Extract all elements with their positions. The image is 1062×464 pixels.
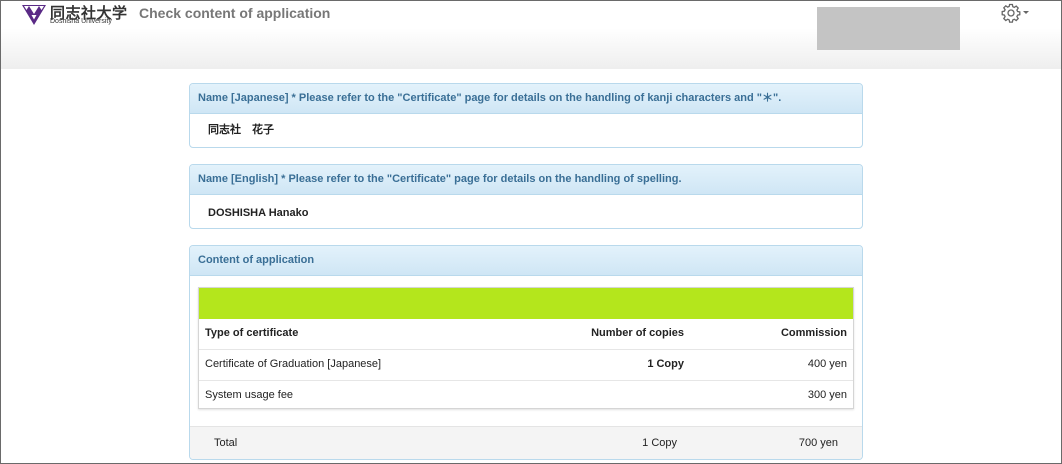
page-title: Check content of application <box>139 5 331 21</box>
row-certificate-type: System usage fee <box>205 389 294 401</box>
total-commission: 700 yen <box>798 437 838 449</box>
logo-english-text: Doshisha University <box>50 18 112 25</box>
panel-name-japanese-heading: Name [Japanese] * Please refer to the "C… <box>190 84 862 114</box>
table-row: Certificate of Graduation [Japanese] 1 C… <box>199 349 853 380</box>
page-frame: 同志社大学 Doshisha University Check content … <box>0 0 1062 464</box>
column-header-copies: Number of copies <box>591 327 684 339</box>
name-english-value: DOSHISHA Hanako <box>208 207 309 219</box>
name-japanese-value: 同志社 花子 <box>208 124 274 136</box>
total-label: Total <box>214 437 238 449</box>
settings-menu-button[interactable] <box>1001 3 1031 25</box>
panel-name-japanese: Name [Japanese] * Please refer to the "C… <box>189 83 863 148</box>
masked-user-area <box>817 7 960 50</box>
table-row: System usage fee 300 yen <box>199 380 853 411</box>
logo-triangle-icon <box>22 5 46 25</box>
panel-application-heading: Content of application <box>190 246 862 276</box>
application-table: Type of certificate Number of copies Com… <box>198 287 854 409</box>
panel-content-of-application: Content of application Type of certifica… <box>189 245 863 460</box>
row-certificate-type: Certificate of Graduation [Japanese] <box>205 358 382 370</box>
panel-name-english-heading: Name [English] * Please refer to the "Ce… <box>190 165 862 195</box>
row-commission: 400 yen <box>807 358 847 370</box>
chevron-down-icon <box>1023 11 1029 14</box>
table-accent-bar <box>199 288 853 319</box>
header-bar: 同志社大学 Doshisha University Check content … <box>1 1 1061 69</box>
gear-icon <box>1001 3 1021 23</box>
row-commission: 300 yen <box>807 389 847 401</box>
total-row: Total 1 Copy 700 yen <box>190 426 862 459</box>
column-header-type: Type of certificate <box>205 327 299 339</box>
table-header-row: Type of certificate Number of copies Com… <box>199 319 853 349</box>
column-header-commission: Commission <box>780 327 847 339</box>
row-copies: 1 Copy <box>647 358 684 370</box>
university-logo[interactable]: 同志社大学 Doshisha University <box>21 3 133 27</box>
panel-name-english: Name [English] * Please refer to the "Ce… <box>189 164 863 229</box>
total-copies: 1 Copy <box>642 437 677 449</box>
